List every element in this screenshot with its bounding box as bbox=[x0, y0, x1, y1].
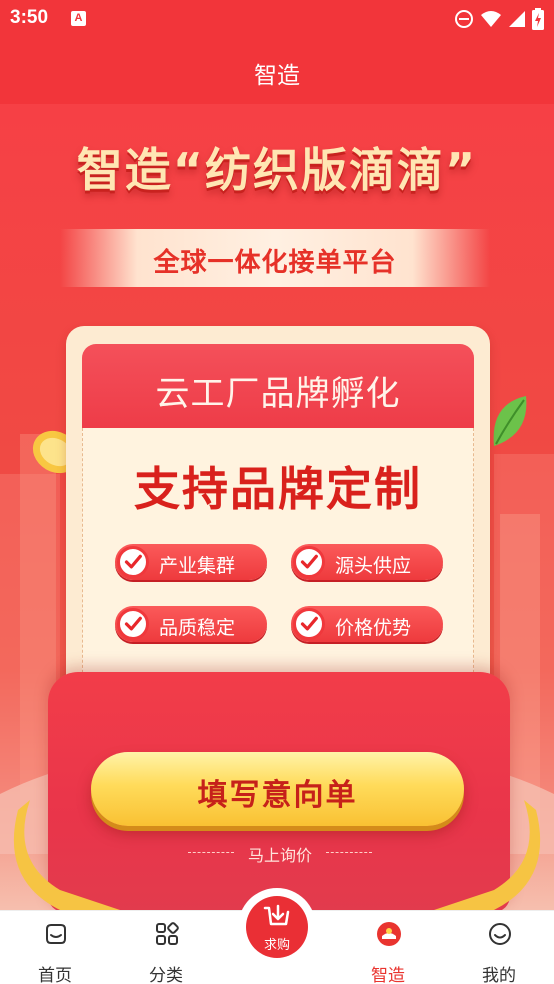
purchase-button[interactable]: 求购 bbox=[238, 888, 316, 966]
feature-badge: 品质稳定 bbox=[115, 606, 267, 642]
nav-label: 我的 bbox=[482, 966, 516, 984]
check-icon bbox=[293, 546, 325, 578]
nav-item-home[interactable]: 首页 bbox=[5, 911, 105, 984]
dnd-icon bbox=[455, 10, 473, 28]
green-leaf-decoration bbox=[493, 396, 527, 446]
nav-label: 分类 bbox=[149, 966, 183, 984]
page-title: 智造 bbox=[254, 63, 300, 89]
card-header-text: 云工厂品牌孵化 bbox=[155, 374, 401, 414]
status-time: 3:50 bbox=[10, 7, 49, 28]
banner-subheadline: 全球一体化接单平台 bbox=[153, 248, 397, 278]
smart-manufacture-icon bbox=[377, 922, 401, 946]
purchase-label: 求购 bbox=[263, 938, 290, 953]
card-body: 支持品牌定制 产业集群 源头供应 品质稳定 价格优势 bbox=[82, 428, 474, 688]
nav-label: 首页 bbox=[38, 966, 72, 984]
check-icon bbox=[117, 546, 149, 578]
battery-charging-icon bbox=[532, 8, 544, 30]
check-icon bbox=[117, 608, 149, 640]
category-icon bbox=[156, 922, 179, 945]
feature-label: 源头供应 bbox=[335, 555, 412, 577]
purchase-icon bbox=[263, 904, 290, 926]
feature-label: 品质稳定 bbox=[159, 617, 236, 639]
profile-icon bbox=[489, 923, 511, 945]
nav-item-profile[interactable]: 我的 bbox=[449, 911, 549, 984]
cta-button-label: 填写意向单 bbox=[197, 778, 358, 813]
feature-badge: 源头供应 bbox=[291, 544, 443, 580]
nav-label: 智造 bbox=[371, 966, 405, 984]
feature-badge: 产业集群 bbox=[115, 544, 267, 580]
feature-label: 产业集群 bbox=[159, 555, 236, 577]
title-bar: 智造 bbox=[0, 38, 554, 104]
feature-badge: 价格优势 bbox=[291, 606, 443, 642]
inquire-now-label: 马上询价 bbox=[247, 846, 312, 865]
inquire-now-link[interactable]: 马上询价 bbox=[188, 842, 372, 865]
subheadline-ribbon: 全球一体化接单平台 bbox=[60, 229, 490, 287]
feature-label: 价格优势 bbox=[335, 617, 412, 639]
divider bbox=[326, 852, 372, 853]
wifi-icon bbox=[481, 11, 501, 27]
nav-item-smart-manufacture[interactable]: 智造 bbox=[338, 911, 438, 984]
purchase-button-circle: 求购 bbox=[246, 896, 308, 958]
banner-headline: 智造“纺织版滴滴” bbox=[76, 143, 478, 197]
nav-item-category[interactable]: 分类 bbox=[116, 911, 216, 984]
check-icon bbox=[293, 608, 325, 640]
signal-icon bbox=[509, 11, 525, 27]
app-notification-icon: A bbox=[71, 11, 86, 26]
card-header: 云工厂品牌孵化 bbox=[82, 344, 474, 428]
home-icon bbox=[46, 924, 66, 944]
status-icons bbox=[454, 8, 544, 30]
status-bar: 3:50 A bbox=[0, 0, 554, 38]
card-main-text: 支持品牌定制 bbox=[134, 462, 422, 516]
fill-intention-form-button[interactable]: 填写意向单 bbox=[91, 752, 464, 826]
